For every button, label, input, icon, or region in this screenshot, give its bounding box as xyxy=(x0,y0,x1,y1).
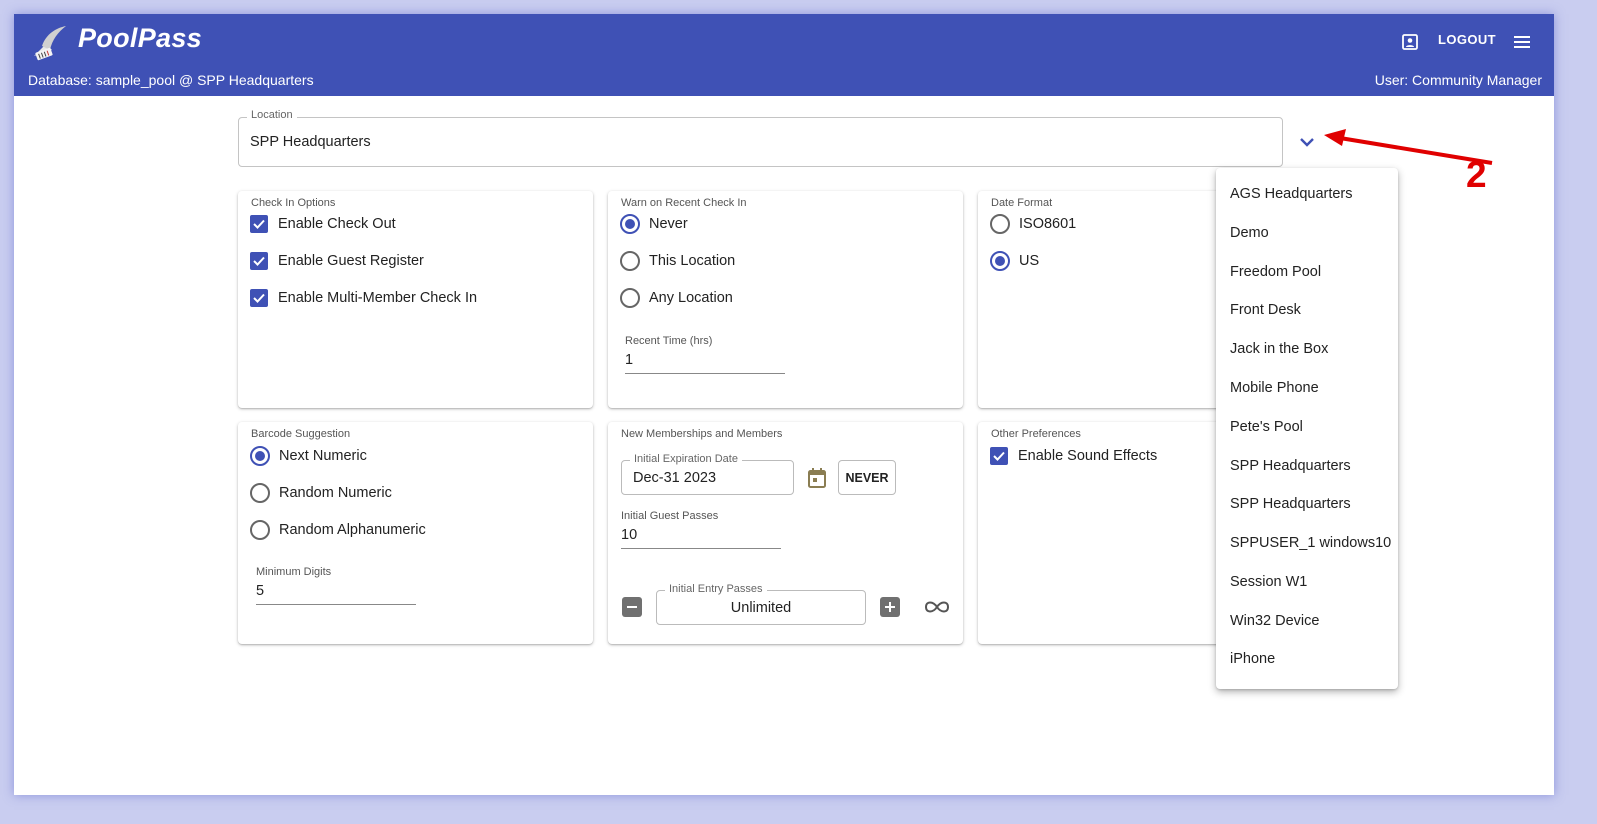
dropdown-item[interactable]: Mobile Phone xyxy=(1216,369,1398,407)
radio-label: Never xyxy=(649,216,688,232)
radio-iso8601[interactable]: ISO8601 xyxy=(990,214,1076,234)
radio-this-location[interactable]: This Location xyxy=(620,251,735,271)
card-title: New Memberships and Members xyxy=(621,428,783,440)
entry-passes-label: Initial Entry Passes xyxy=(665,583,767,595)
dropdown-item[interactable]: Pete's Pool xyxy=(1216,408,1398,446)
location-select[interactable]: Location SPP Headquarters xyxy=(238,109,1283,167)
new-memberships-card: New Memberships and Members Initial Expi… xyxy=(608,422,963,644)
minimum-digits-input[interactable]: 5 xyxy=(256,583,416,605)
hamburger-menu-icon[interactable] xyxy=(1510,30,1534,54)
entry-passes-field[interactable]: Initial Entry Passes Unlimited xyxy=(656,583,866,625)
chevron-down-icon[interactable] xyxy=(1297,132,1317,152)
card-title: Barcode Suggestion xyxy=(251,428,351,440)
dropdown-item[interactable]: Demo xyxy=(1216,214,1398,252)
recent-time-input[interactable]: 1 xyxy=(625,352,785,374)
checkbox-label: Enable Check Out xyxy=(278,216,396,232)
plus-icon xyxy=(885,602,895,612)
logout-button[interactable]: LOGOUT xyxy=(1438,30,1496,50)
calendar-icon[interactable] xyxy=(807,467,827,489)
location-dropdown-menu: AGS Headquarters Demo Freedom Pool Front… xyxy=(1216,168,1398,689)
expiration-date-label: Initial Expiration Date xyxy=(630,453,742,465)
dropdown-item[interactable]: SPPUSER_1 windows10 xyxy=(1216,524,1398,562)
enable-multi-member-checkbox[interactable]: Enable Multi-Member Check In xyxy=(250,288,477,308)
radio-us[interactable]: US xyxy=(990,251,1039,271)
recent-time-label: Recent Time (hrs) xyxy=(625,335,713,347)
radio-label: This Location xyxy=(649,253,736,269)
barcode-suggestion-card: Barcode Suggestion Next Numeric Random N… xyxy=(238,422,593,644)
checkbox-checked-icon xyxy=(250,289,268,307)
recent-time-field[interactable]: Recent Time (hrs) 1 xyxy=(625,335,785,374)
dropdown-item[interactable]: Jack in the Box xyxy=(1216,330,1398,368)
radio-selected-icon xyxy=(990,251,1010,271)
card-title: Check In Options xyxy=(251,197,336,209)
guest-passes-field[interactable]: Initial Guest Passes 10 xyxy=(621,510,781,549)
app-bar: PoolPass Database: sample_pool @ SPP Hea… xyxy=(14,14,1554,96)
app-window: PoolPass Database: sample_pool @ SPP Hea… xyxy=(14,14,1554,795)
dropdown-item[interactable]: SPP Headquarters xyxy=(1216,485,1398,523)
check-in-options-card: Check In Options Enable Check Out Enable… xyxy=(238,191,593,408)
radio-selected-icon xyxy=(620,214,640,234)
radio-unselected-icon xyxy=(990,214,1010,234)
dropdown-item[interactable]: Front Desk xyxy=(1216,291,1398,329)
radio-random-alphanumeric[interactable]: Random Alphanumeric xyxy=(250,520,426,540)
expiration-date-field[interactable]: Initial Expiration Date Dec-31 2023 xyxy=(621,453,794,495)
decrement-button[interactable] xyxy=(622,597,642,617)
location-label: Location xyxy=(247,109,297,121)
guest-passes-label: Initial Guest Passes xyxy=(621,510,719,522)
user-info: User: Community Manager xyxy=(1374,72,1542,88)
checkbox-checked-icon xyxy=(250,252,268,270)
radio-label: US xyxy=(1019,253,1040,269)
radio-any-location[interactable]: Any Location xyxy=(620,288,733,308)
radio-random-numeric[interactable]: Random Numeric xyxy=(250,483,392,503)
radio-selected-icon xyxy=(250,446,270,466)
infinity-icon[interactable] xyxy=(923,599,951,615)
radio-unselected-icon xyxy=(250,483,270,503)
minus-icon xyxy=(627,606,637,608)
radio-label: Any Location xyxy=(649,290,733,306)
checkbox-checked-icon xyxy=(250,215,268,233)
enable-check-out-checkbox[interactable]: Enable Check Out xyxy=(250,214,396,234)
enable-guest-register-checkbox[interactable]: Enable Guest Register xyxy=(250,251,424,271)
dropdown-item[interactable]: Win32 Device xyxy=(1216,602,1398,640)
checkbox-label: Enable Multi-Member Check In xyxy=(278,290,478,306)
dropdown-item[interactable]: SPP Headquarters xyxy=(1216,447,1398,485)
annotation-number: 2 xyxy=(1466,154,1487,195)
poolpass-logo-icon xyxy=(34,26,66,61)
card-title: Date Format xyxy=(991,197,1053,209)
checkbox-label: Enable Guest Register xyxy=(278,253,424,269)
dropdown-item[interactable]: Freedom Pool xyxy=(1216,253,1398,291)
radio-label: Random Numeric xyxy=(279,485,392,501)
radio-next-numeric[interactable]: Next Numeric xyxy=(250,446,367,466)
dropdown-item[interactable]: Session W1 xyxy=(1216,563,1398,601)
app-name: PoolPass xyxy=(78,23,202,53)
checkbox-label: Enable Sound Effects xyxy=(1018,448,1158,464)
radio-label: Random Alphanumeric xyxy=(279,522,426,538)
checkbox-checked-icon xyxy=(990,447,1008,465)
radio-never[interactable]: Never xyxy=(620,214,688,234)
minimum-digits-field[interactable]: Minimum Digits 5 xyxy=(256,566,416,605)
account-box-icon[interactable] xyxy=(1398,30,1422,54)
location-value: SPP Headquarters xyxy=(250,134,371,150)
card-title: Other Preferences xyxy=(991,428,1081,440)
entry-passes-value: Unlimited xyxy=(730,600,792,616)
card-title: Warn on Recent Check In xyxy=(621,197,747,209)
never-button[interactable]: NEVER xyxy=(838,460,896,495)
radio-label: ISO8601 xyxy=(1019,216,1077,232)
enable-sound-effects-checkbox[interactable]: Enable Sound Effects xyxy=(990,446,1157,466)
radio-unselected-icon xyxy=(620,251,640,271)
warn-recent-card: Warn on Recent Check In Never This Locat… xyxy=(608,191,963,408)
dropdown-item[interactable]: AGS Headquarters xyxy=(1216,175,1398,213)
radio-label: Next Numeric xyxy=(279,448,367,464)
expiration-date-value: Dec-31 2023 xyxy=(633,470,717,486)
radio-unselected-icon xyxy=(250,520,270,540)
increment-button[interactable] xyxy=(880,597,900,617)
dropdown-item[interactable]: iPhone xyxy=(1216,640,1398,678)
minimum-digits-label: Minimum Digits xyxy=(256,566,332,578)
guest-passes-input[interactable]: 10 xyxy=(621,527,781,549)
radio-unselected-icon xyxy=(620,288,640,308)
database-info: Database: sample_pool @ SPP Headquarters xyxy=(28,72,314,88)
